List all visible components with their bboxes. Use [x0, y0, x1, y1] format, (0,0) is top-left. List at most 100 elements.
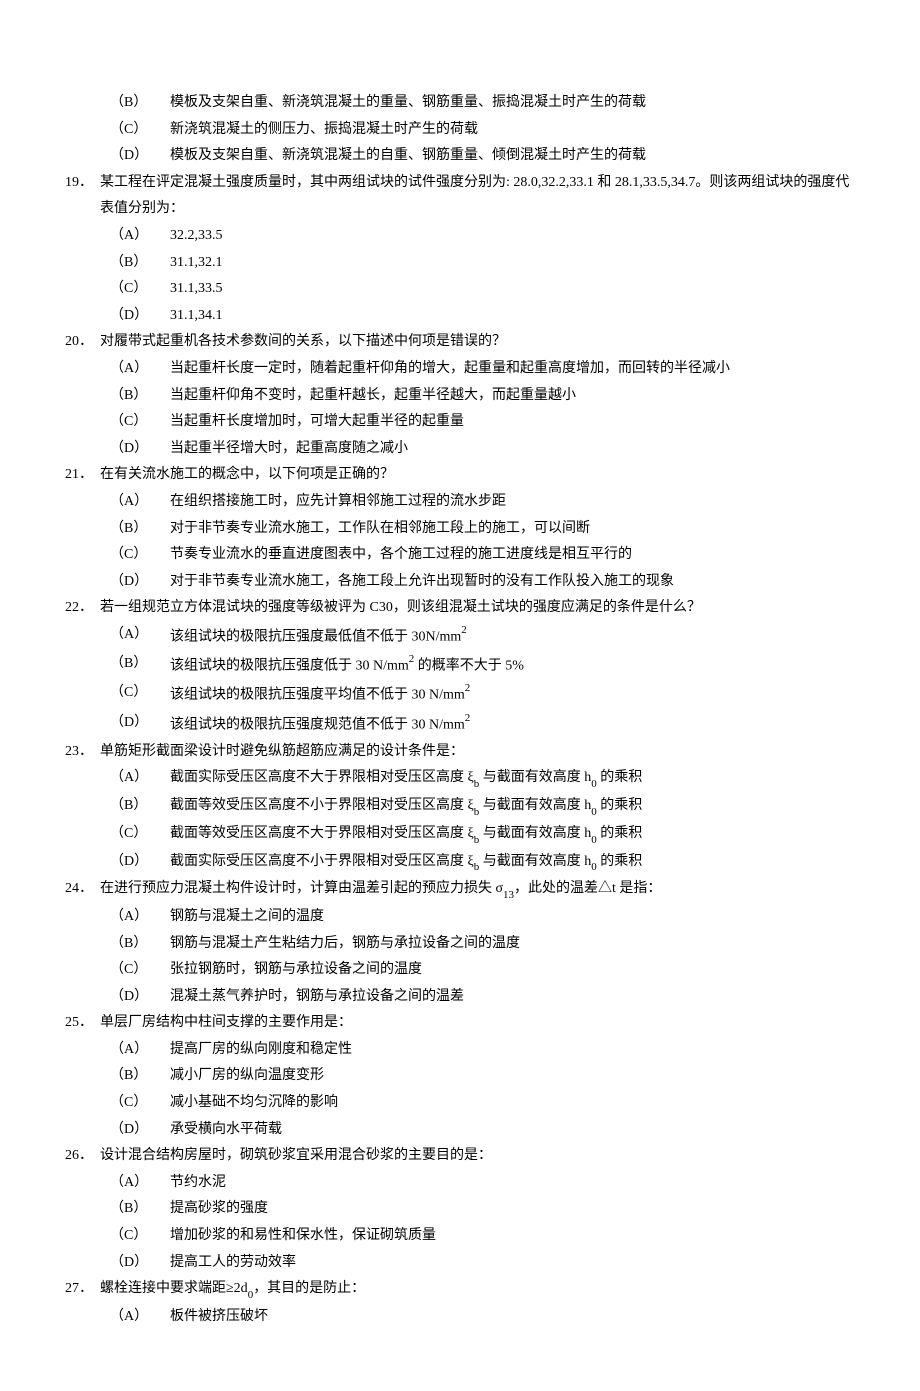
- option-text: 截面等效受压区高度不小于界限相对受压区高度 ξb 与截面有效高度 h0 的乘积: [170, 793, 642, 821]
- option-label: （C）: [110, 117, 170, 144]
- option-text: 模板及支架自重、新浇筑混凝土的自重、钢筋重量、倾倒混凝土时产生的荷载: [170, 143, 646, 170]
- option-text: 减小厂房的纵向温度变形: [170, 1063, 324, 1090]
- option: （D）当起重半径增大时，起重高度随之减小: [110, 436, 860, 463]
- option: （B）当起重杆仰角不变时，起重杆越长，起重半径越大，而起重量越小: [110, 383, 860, 410]
- option-label: （C）: [110, 957, 170, 984]
- option-text: 钢筋与混凝土之间的温度: [170, 904, 324, 931]
- option-text: 31.1,34.1: [170, 303, 223, 330]
- option: （D）对于非节奏专业流水施工，各施工段上允许出现暂时的没有工作队投入施工的现象: [110, 569, 860, 596]
- option-text: 31.1,32.1: [170, 250, 223, 277]
- option: （D）承受横向水平荷载: [110, 1117, 860, 1144]
- option: （D）31.1,34.1: [110, 303, 860, 330]
- option-text: 当起重杆长度一定时，随着起重杆仰角的增大，起重量和起重高度增加，而回转的半径减小: [170, 356, 730, 383]
- option-text: 对于非节奏专业流水施工，工作队在相邻施工段上的施工，可以间断: [170, 516, 590, 543]
- option-label: （B）: [110, 1196, 170, 1223]
- option: （C）该组试块的极限抗压强度平均值不低于 30 N/mm2: [110, 680, 860, 709]
- option-label: （C）: [110, 542, 170, 569]
- question-number: 21．: [65, 462, 100, 489]
- option: （C）截面等效受压区高度不大于界限相对受压区高度 ξb 与截面有效高度 h0 的…: [110, 821, 860, 849]
- option-label: （A）: [110, 356, 170, 383]
- option: （D）该组试块的极限抗压强度规范值不低于 30 N/mm2: [110, 710, 860, 739]
- question: 26．设计混合结构房屋时，砌筑砂浆宜采用混合砂浆的主要目的是：: [65, 1143, 860, 1170]
- option-label: （D）: [110, 710, 170, 739]
- option: （A）当起重杆长度一定时，随着起重杆仰角的增大，起重量和起重高度增加，而回转的半…: [110, 356, 860, 383]
- option-group: （A）提高厂房的纵向刚度和稳定性（B）减小厂房的纵向温度变形（C）减小基础不均匀…: [110, 1037, 860, 1143]
- option: （D）模板及支架自重、新浇筑混凝土的自重、钢筋重量、倾倒混凝土时产生的荷载: [110, 143, 860, 170]
- option-text: 节奏专业流水的垂直进度图表中，各个施工过程的施工进度线是相互平行的: [170, 542, 632, 569]
- option-text: 该组试块的极限抗压强度最低值不低于 30N/mm2: [170, 622, 467, 651]
- option: （B）该组试块的极限抗压强度低于 30 N/mm2 的概率不大于 5%: [110, 651, 860, 680]
- option-label: （D）: [110, 1250, 170, 1277]
- option-group: （B）模板及支架自重、新浇筑混凝土的重量、钢筋重量、振捣混凝土时产生的荷载（C）…: [110, 90, 860, 170]
- option: （B）对于非节奏专业流水施工，工作队在相邻施工段上的施工，可以间断: [110, 516, 860, 543]
- option-label: （C）: [110, 409, 170, 436]
- question-text: 若一组规范立方体混试块的强度等级被评为 C30，则该组混凝土试块的强度应满足的条…: [100, 595, 860, 622]
- option: （B）减小厂房的纵向温度变形: [110, 1063, 860, 1090]
- option-label: （D）: [110, 984, 170, 1011]
- option: （C）减小基础不均匀沉降的影响: [110, 1090, 860, 1117]
- option: （B）截面等效受压区高度不小于界限相对受压区高度 ξb 与截面有效高度 h0 的…: [110, 793, 860, 821]
- option-label: （B）: [110, 250, 170, 277]
- option-label: （D）: [110, 436, 170, 463]
- option-label: （D）: [110, 849, 170, 877]
- option: （C）新浇筑混凝土的侧压力、振捣混凝土时产生的荷载: [110, 117, 860, 144]
- option-text: 钢筋与混凝土产生粘结力后，钢筋与承拉设备之间的温度: [170, 931, 520, 958]
- option: （D）提高工人的劳动效率: [110, 1250, 860, 1277]
- option-group: （A）在组织搭接施工时，应先计算相邻施工过程的流水步距（B）对于非节奏专业流水施…: [110, 489, 860, 595]
- option-text: 张拉钢筋时，钢筋与承拉设备之间的温度: [170, 957, 422, 984]
- question-text: 单筋矩形截面梁设计时避免纵筋超筋应满足的设计条件是：: [100, 739, 860, 766]
- option-label: （B）: [110, 90, 170, 117]
- option-text: 提高砂浆的强度: [170, 1196, 268, 1223]
- option-text: 截面实际受压区高度不小于界限相对受压区高度 ξb 与截面有效高度 h0 的乘积: [170, 849, 642, 877]
- option-text: 当起重半径增大时，起重高度随之减小: [170, 436, 408, 463]
- option: （C）张拉钢筋时，钢筋与承拉设备之间的温度: [110, 957, 860, 984]
- question: 27．螺栓连接中要求端距≥2d0，其目的是防止：: [65, 1276, 860, 1304]
- option-text: 节约水泥: [170, 1170, 226, 1197]
- option: （C）当起重杆长度增加时，可增大起重半径的起重量: [110, 409, 860, 436]
- option: （C）节奏专业流水的垂直进度图表中，各个施工过程的施工进度线是相互平行的: [110, 542, 860, 569]
- option-label: （D）: [110, 303, 170, 330]
- option: （A）提高厂房的纵向刚度和稳定性: [110, 1037, 860, 1064]
- option-text: 模板及支架自重、新浇筑混凝土的重量、钢筋重量、振捣混凝土时产生的荷载: [170, 90, 646, 117]
- option-text: 提高工人的劳动效率: [170, 1250, 296, 1277]
- option: （A）截面实际受压区高度不大于界限相对受压区高度 ξb 与截面有效高度 h0 的…: [110, 765, 860, 793]
- option-text: 31.1,33.5: [170, 276, 223, 303]
- option-group: （A）钢筋与混凝土之间的温度（B）钢筋与混凝土产生粘结力后，钢筋与承拉设备之间的…: [110, 904, 860, 1010]
- option-label: （B）: [110, 383, 170, 410]
- question-number: 25．: [65, 1010, 100, 1037]
- question: 19．某工程在评定混凝土强度质量时，其中两组试块的试件强度分别为: 28.0,3…: [65, 170, 860, 223]
- option-label: （A）: [110, 622, 170, 651]
- option-group: （A）节约水泥（B）提高砂浆的强度（C）增加砂浆的和易性和保水性，保证砌筑质量（…: [110, 1170, 860, 1276]
- option-text: 该组试块的极限抗压强度规范值不低于 30 N/mm2: [170, 710, 470, 739]
- option-label: （B）: [110, 516, 170, 543]
- option: （A）32.2,33.5: [110, 223, 860, 250]
- option-group: （A）板件被挤压破坏: [110, 1304, 860, 1331]
- option-label: （A）: [110, 489, 170, 516]
- option-text: 当起重杆仰角不变时，起重杆越长，起重半径越大，而起重量越小: [170, 383, 576, 410]
- question-number: 24．: [65, 876, 100, 904]
- question: 24．在进行预应力混凝土构件设计时，计算由温差引起的预应力损失 σ13，此处的温…: [65, 876, 860, 904]
- question-number: 22．: [65, 595, 100, 622]
- option-text: 新浇筑混凝土的侧压力、振捣混凝土时产生的荷载: [170, 117, 478, 144]
- option-group: （A）截面实际受压区高度不大于界限相对受压区高度 ξb 与截面有效高度 h0 的…: [110, 765, 860, 876]
- option: （A）板件被挤压破坏: [110, 1304, 860, 1331]
- option-label: （D）: [110, 143, 170, 170]
- option: （A）钢筋与混凝土之间的温度: [110, 904, 860, 931]
- question-text: 单层厂房结构中柱间支撑的主要作用是：: [100, 1010, 860, 1037]
- option-label: （B）: [110, 931, 170, 958]
- option: （B）钢筋与混凝土产生粘结力后，钢筋与承拉设备之间的温度: [110, 931, 860, 958]
- question: 23．单筋矩形截面梁设计时避免纵筋超筋应满足的设计条件是：: [65, 739, 860, 766]
- option-label: （C）: [110, 1223, 170, 1250]
- option-label: （B）: [110, 651, 170, 680]
- question-number: 19．: [65, 170, 100, 223]
- option-text: 承受横向水平荷载: [170, 1117, 282, 1144]
- option-label: （C）: [110, 821, 170, 849]
- option-label: （A）: [110, 1170, 170, 1197]
- option-label: （A）: [110, 1304, 170, 1331]
- option-group: （A）当起重杆长度一定时，随着起重杆仰角的增大，起重量和起重高度增加，而回转的半…: [110, 356, 860, 462]
- option-text: 该组试块的极限抗压强度平均值不低于 30 N/mm2: [170, 680, 470, 709]
- question-text: 在有关流水施工的概念中，以下何项是正确的？: [100, 462, 860, 489]
- document-body: （B）模板及支架自重、新浇筑混凝土的重量、钢筋重量、振捣混凝土时产生的荷载（C）…: [60, 90, 860, 1331]
- question-text: 螺栓连接中要求端距≥2d0，其目的是防止：: [100, 1276, 860, 1304]
- question-text: 对履带式起重机各技术参数间的关系，以下描述中何项是错误的？: [100, 329, 860, 356]
